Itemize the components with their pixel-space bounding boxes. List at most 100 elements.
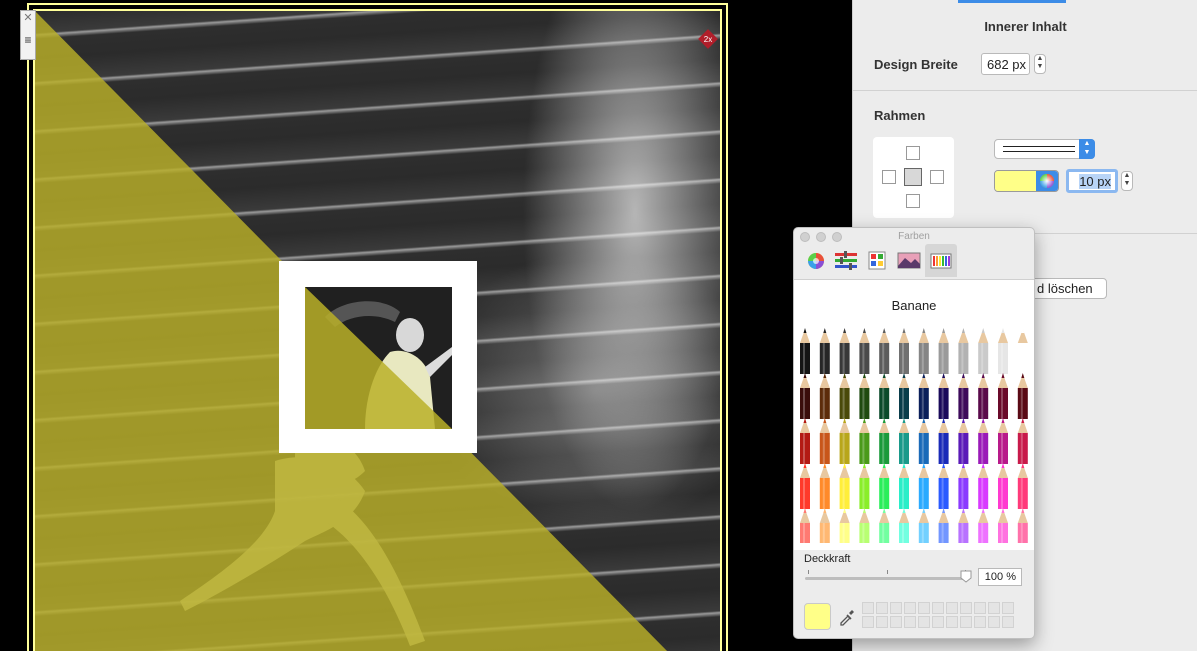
close-icon[interactable]: ✕	[21, 11, 35, 25]
pencil-swatch[interactable]	[800, 463, 810, 509]
pencil-swatch[interactable]	[1017, 418, 1028, 464]
pencil-swatch[interactable]	[978, 373, 989, 419]
border-left-toggle[interactable]	[882, 170, 896, 184]
pencil-swatch[interactable]	[879, 418, 890, 464]
pencil-swatch[interactable]	[958, 328, 969, 374]
saved-swatch-slot[interactable]	[1002, 602, 1014, 614]
delete-button[interactable]: d löschen	[1030, 278, 1107, 299]
pencil-swatch[interactable]	[859, 418, 870, 464]
pencil-swatch[interactable]	[918, 373, 929, 419]
pencil-swatch[interactable]	[938, 508, 949, 543]
pencil-swatch[interactable]	[839, 418, 850, 464]
pencil-swatch[interactable]	[998, 508, 1008, 543]
opacity-slider-thumb[interactable]	[960, 570, 972, 583]
opacity-value-field[interactable]: 100 %	[978, 568, 1022, 586]
pencil-swatch[interactable]	[859, 463, 870, 509]
selected-box-frame[interactable]: 2x	[27, 3, 728, 651]
color-wheel-button[interactable]	[1036, 171, 1058, 191]
saved-swatch-slot[interactable]	[904, 602, 916, 614]
pencil-swatch[interactable]	[1017, 373, 1028, 419]
tab-pencils[interactable]	[925, 244, 957, 277]
image-content-frame[interactable]: 2x	[33, 9, 722, 651]
pencil-swatch[interactable]	[938, 463, 949, 509]
box-handle[interactable]: ✕ ≡	[20, 10, 36, 60]
saved-swatch-slot[interactable]	[876, 616, 888, 628]
pencil-swatch[interactable]	[958, 418, 969, 464]
saved-swatch-slot[interactable]	[960, 602, 972, 614]
saved-swatch-slot[interactable]	[862, 616, 874, 628]
inner-dancer-image[interactable]	[305, 287, 452, 429]
pencil-swatch[interactable]	[918, 418, 929, 464]
border-top-toggle[interactable]	[906, 146, 920, 160]
pencil-swatch[interactable]	[978, 508, 989, 543]
pencil-swatch[interactable]	[839, 508, 850, 543]
tab-palettes[interactable]	[861, 244, 893, 277]
pencil-swatch[interactable]	[978, 418, 989, 464]
pencil-swatch[interactable]	[800, 328, 810, 374]
pencil-swatch[interactable]	[859, 508, 870, 543]
pencil-swatch[interactable]	[859, 328, 870, 374]
saved-swatch-slot[interactable]	[918, 616, 930, 628]
pencil-swatch[interactable]	[879, 463, 890, 509]
pencil-swatch[interactable]	[800, 373, 810, 419]
border-width-field[interactable]: 10 px	[1066, 169, 1118, 193]
tab-sliders[interactable]	[830, 244, 862, 277]
border-bottom-toggle[interactable]	[906, 194, 920, 208]
pencil-swatch[interactable]	[899, 463, 909, 509]
pencil-swatch[interactable]	[978, 463, 989, 509]
design-width-field[interactable]: 682 px	[981, 53, 1030, 75]
saved-swatch-slot[interactable]	[988, 602, 1000, 614]
pencil-swatch[interactable]	[819, 373, 830, 419]
pencil-swatch[interactable]	[859, 373, 870, 419]
pencil-swatch[interactable]	[819, 508, 830, 543]
tab-image-palettes[interactable]	[893, 244, 925, 277]
saved-swatch-slot[interactable]	[890, 602, 902, 614]
pencil-swatch[interactable]	[938, 328, 949, 374]
pencil-swatch[interactable]	[839, 328, 850, 374]
saved-swatch-slot[interactable]	[988, 616, 1000, 628]
border-width-stepper-icon[interactable]: ▲ ▼	[1121, 171, 1133, 191]
pencil-swatch[interactable]	[918, 328, 929, 374]
tab-color-wheel[interactable]	[800, 244, 832, 277]
pencil-swatch[interactable]	[899, 328, 909, 374]
pencil-swatch[interactable]	[819, 463, 830, 509]
pencil-swatch[interactable]	[839, 463, 850, 509]
pencil-swatch[interactable]	[879, 328, 890, 374]
pencil-swatch[interactable]	[1017, 463, 1028, 509]
border-side-selector[interactable]	[873, 137, 954, 218]
pencil-swatch[interactable]	[998, 463, 1008, 509]
border-color-swatch[interactable]	[995, 171, 1037, 191]
pencil-swatch[interactable]	[938, 418, 949, 464]
current-color-swatch[interactable]	[804, 603, 831, 630]
pencil-swatch[interactable]	[839, 373, 850, 419]
border-all-toggle[interactable]	[904, 168, 922, 186]
saved-swatch-slot[interactable]	[946, 616, 958, 628]
border-right-toggle[interactable]	[930, 170, 944, 184]
design-canvas[interactable]: 2x ✕ ≡	[0, 0, 852, 651]
pencil-swatch[interactable]	[899, 373, 909, 419]
pencil-swatch[interactable]	[978, 328, 989, 374]
saved-swatch-slot[interactable]	[918, 602, 930, 614]
menu-icon[interactable]: ≡	[21, 33, 35, 47]
pencil-swatch[interactable]	[998, 328, 1008, 374]
inner-white-frame[interactable]	[279, 261, 477, 453]
saved-swatch-slot[interactable]	[974, 616, 986, 628]
saved-swatch-slot[interactable]	[932, 602, 944, 614]
pencil-swatch[interactable]	[899, 418, 909, 464]
pencil-grid[interactable]	[794, 327, 1032, 543]
pencil-swatch[interactable]	[800, 418, 810, 464]
saved-swatches-grid[interactable]	[862, 602, 1017, 632]
saved-swatch-slot[interactable]	[876, 602, 888, 614]
saved-swatch-slot[interactable]	[1002, 616, 1014, 628]
design-width-stepper-icon[interactable]: ▲ ▼	[1034, 54, 1046, 74]
pencil-swatch[interactable]	[819, 418, 830, 464]
pencil-swatch[interactable]	[998, 418, 1008, 464]
saved-swatch-slot[interactable]	[974, 602, 986, 614]
saved-swatch-slot[interactable]	[904, 616, 916, 628]
pencil-swatch[interactable]	[958, 508, 969, 543]
saved-swatch-slot[interactable]	[890, 616, 902, 628]
pencil-swatch[interactable]	[958, 463, 969, 509]
pencil-swatch[interactable]	[958, 373, 969, 419]
border-color-well[interactable]	[994, 170, 1059, 192]
saved-swatch-slot[interactable]	[960, 616, 972, 628]
